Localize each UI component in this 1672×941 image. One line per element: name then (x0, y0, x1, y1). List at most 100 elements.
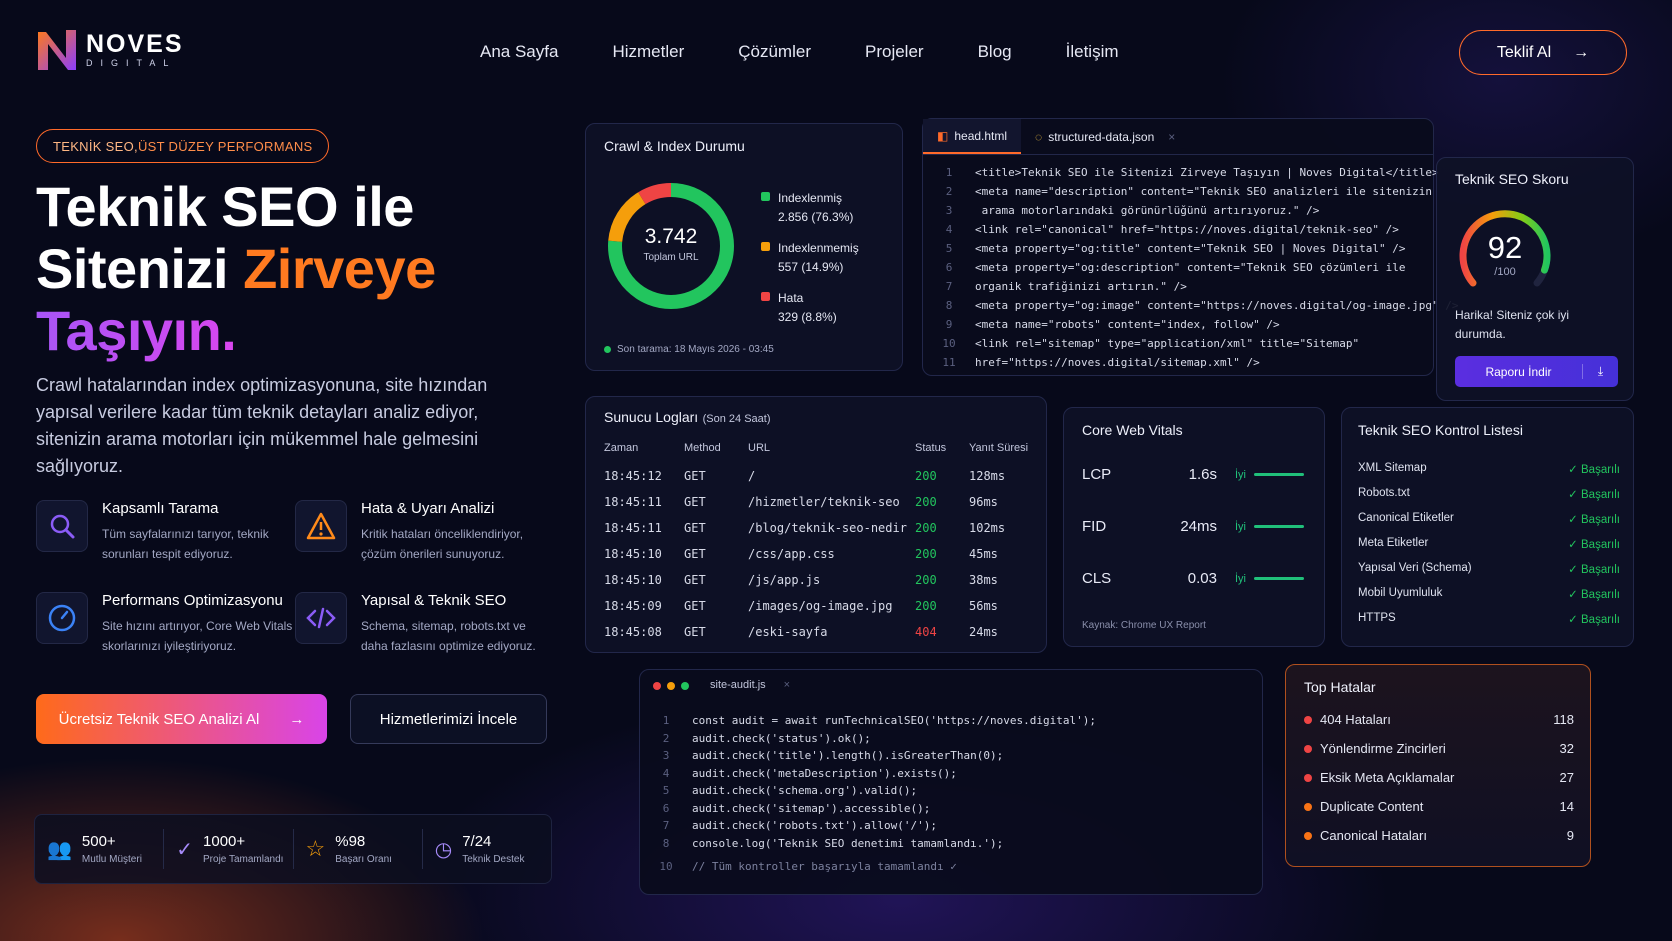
error-count: 118 (1553, 712, 1574, 727)
view-services-button[interactable]: Hizmetlerimizi İncele (350, 694, 547, 744)
close-icon[interactable]: × (784, 679, 790, 691)
checklist-item: XML Sitemap ✓ Başarılı (1358, 462, 1620, 476)
log-cell: /eski-sayfa (748, 625, 828, 639)
code-lines: 1 const audit = await runTechnicalSEO('ht… (640, 712, 1260, 876)
log-cell: 404 (915, 625, 937, 639)
metric-name: CLS (1082, 570, 1112, 587)
search-icon (36, 500, 88, 552)
main-nav: Ana Sayfa Hizmetler Çözümler Projeler Bl… (480, 42, 1173, 62)
feature-title: Yapısal & Teknik SEO (361, 592, 507, 609)
error-item: Yönlendirme Zincirleri 32 (1304, 741, 1574, 756)
server-logs-panel: Sunucu Logları (Son 24 Saat) Zaman Metho… (585, 396, 1047, 653)
checklist-item: Mobil Uyumluluk ✓ Başarılı (1358, 587, 1620, 601)
col-status: Status (915, 442, 947, 454)
log-cell: 200 (915, 547, 937, 561)
stat-support: ◷ 7/24 Teknik Destek (421, 829, 551, 869)
error-item: 404 Hataları 118 (1304, 712, 1574, 727)
col-response: Yanıt Süresi (969, 442, 1029, 454)
line-number: 4 (662, 766, 670, 780)
error-dot (1304, 744, 1312, 753)
stat-value: 1000+ (203, 833, 246, 850)
minimize-dot[interactable] (667, 682, 675, 690)
line-number: 8 (945, 299, 953, 312)
tab-structured-data[interactable]: ◌ structured-data.json × (1021, 119, 1189, 154)
code-line: 3 audit.check('title').length().isGreater… (640, 747, 1260, 765)
legend-swatch (761, 242, 770, 251)
error-item: Eksik Meta Açıklamalar 27 (1304, 770, 1574, 785)
tab-head-html[interactable]: ◧ head.html (923, 119, 1022, 154)
brand-logo[interactable]: NOVES DIGITAL (36, 28, 184, 72)
hero-lead: Crawl hatalarından index optimizasyonuna… (36, 375, 488, 476)
stats-bar: 👥 500+ Mutlu Müşteri ✓ 1000+ Proje Tamamland… (34, 814, 552, 884)
check-circle-icon: ✓ (176, 838, 194, 861)
legend-value: 2.856 (76.3%) (778, 210, 854, 224)
feature-desc: Kritik hataları önceliklendiriyor, çözüm… (361, 527, 524, 561)
seo-checklist-panel: Teknik SEO Kontrol Listesi XML Sitemap ✓ … (1341, 407, 1634, 647)
total-urls-label: Toplam URL (643, 252, 699, 263)
line-number: 2 (662, 731, 670, 745)
close-dot[interactable] (653, 682, 661, 690)
free-analysis-button[interactable]: Ücretsiz Teknik SEO Analizi Al → (36, 694, 327, 744)
feature-title: Performans Optimizasyonu (102, 592, 283, 609)
error-label: Duplicate Content (1320, 799, 1424, 814)
feature-scan: Kapsamlı Tarama Tüm sayfalarınızı tarıyor… (36, 500, 296, 564)
metric-bar (1254, 473, 1304, 476)
log-cell: 24ms (969, 625, 998, 639)
log-cell: / (748, 469, 756, 483)
code-text: audit.check('sitemap').accessible(); (692, 801, 931, 815)
json-file-icon: ◌ (1035, 129, 1043, 144)
feature-errors: Hata & Uyarı Analizi Kritik hataları önce… (295, 500, 555, 564)
brand-name: NOVES (86, 30, 184, 58)
legend-item: Indexlenmemiş 557 (14.9%) (761, 239, 859, 277)
log-cell: 18:45:08 (604, 625, 662, 639)
code-editor-head: ◧ head.html ◌ structured-data.json × 1 <titl… (922, 118, 1458, 376)
site-audit-editor: site-audit.js × 1 const audit = await runT… (639, 669, 1263, 895)
nav-projects[interactable]: Projeler (865, 42, 924, 62)
score-value: 92 (1487, 230, 1523, 265)
code-text: audit.check('metaDescription').exists(); (692, 766, 957, 780)
log-cell: 200 (915, 521, 937, 535)
legend-label: Indexlenmemiş (778, 241, 859, 255)
code-text: // Tüm kontroller başarıyla tamamlandı ✓ (692, 860, 957, 873)
heading-line1: Teknik SEO ile (36, 175, 414, 238)
nav-blog[interactable]: Blog (978, 42, 1012, 62)
log-cell: 18:45:12 (604, 469, 662, 483)
tab-site-audit[interactable]: site-audit.js × (710, 679, 790, 691)
metric-status: İyi (1235, 520, 1246, 533)
line-number: 7 (662, 819, 670, 832)
code-text: <meta name="robots" content="index, foll… (975, 318, 1280, 331)
total-urls: 3.742 (644, 225, 698, 248)
close-icon[interactable]: × (1168, 130, 1175, 144)
log-row: 18:45:10 GET/css/app.css 200 45ms (604, 541, 1034, 567)
stat-label: Başarı Oranı (335, 854, 392, 865)
maximize-dot[interactable] (681, 682, 689, 690)
line-number: 7 (945, 280, 953, 293)
nav-solutions[interactable]: Çözümler (738, 42, 811, 62)
code-line: 8 console.log('Teknik SEO denetimi tamaml… (640, 835, 1260, 853)
logs-rows: 18:45:12 GET / 200 128ms 18:45:11 GET/hizmetle… (604, 463, 1034, 645)
log-row: 18:45:08 GET/eski-sayfa 404 24ms (604, 619, 1034, 645)
error-dot (1304, 831, 1312, 840)
get-quote-button[interactable]: Teklif Al → (1459, 30, 1627, 75)
panel-title: Teknik SEO Skoru (1455, 171, 1569, 187)
log-cell: 18:45:10 (604, 547, 662, 561)
logo-icon (38, 30, 76, 70)
panel-title: Top Hatalar (1304, 679, 1376, 695)
line-number: 10 (659, 860, 673, 873)
feature-desc: Schema, sitemap, robots.txt ve daha fazl… (361, 619, 536, 653)
code-line: 10 // Tüm kontroller başarıyla tamamlandı… (640, 858, 1260, 876)
feature-desc: Tüm sayfalarınızı tarıyor, teknik sorunl… (102, 527, 269, 561)
download-report-button[interactable]: Raporu İndir ⤓ (1455, 356, 1618, 387)
nav-home[interactable]: Ana Sayfa (480, 42, 558, 62)
tab-label: structured-data.json (1048, 129, 1155, 144)
nav-contact[interactable]: İletişim (1066, 42, 1119, 62)
log-cell: /images/og-image.jpg (748, 599, 893, 613)
line-number: 5 (945, 242, 953, 255)
stat-projects: ✓ 1000+ Proje Tamamlandı (163, 829, 292, 869)
check-label: Canonical Etiketler (1358, 512, 1454, 524)
line-number: 4 (945, 223, 953, 236)
nav-services[interactable]: Hizmetler (612, 42, 684, 62)
logs-header: Zaman Method URL Status Yanıt Süresi (604, 435, 1034, 461)
line-number: 10 (942, 337, 956, 350)
view-services-label: Hizmetlerimizi İncele (379, 710, 518, 728)
